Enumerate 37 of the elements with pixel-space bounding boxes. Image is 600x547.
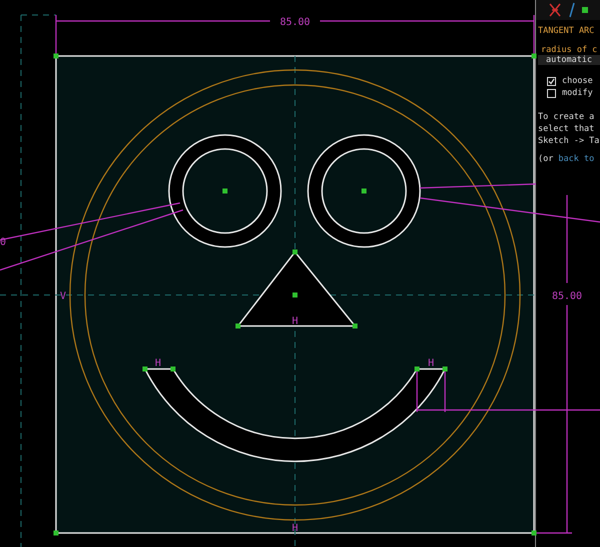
back-prefix: (or: [538, 154, 554, 164]
point-handle[interactable]: [292, 292, 298, 298]
point-handle[interactable]: [54, 54, 58, 58]
back-link[interactable]: back to: [558, 154, 594, 164]
point-handle[interactable]: [532, 530, 536, 536]
dimension-label[interactable]: 85.00: [280, 17, 310, 28]
constraint-label[interactable]: H: [428, 358, 434, 369]
point-handle[interactable]: [532, 54, 536, 58]
panel-title: TANGENT ARC: [538, 26, 596, 36]
constraint-label[interactable]: H: [154, 358, 162, 369]
point-handle[interactable]: [352, 324, 358, 328]
point-handle[interactable]: [442, 366, 448, 372]
instruction-text: Sketch -> Ta: [538, 135, 600, 147]
constraint-label[interactable]: H: [292, 316, 298, 327]
dimension-label[interactable]: 0: [0, 237, 6, 248]
radius-label: radius of c: [540, 45, 598, 55]
checkbox[interactable]: [547, 88, 556, 98]
constraint-label[interactable]: V: [60, 291, 66, 302]
point-handle[interactable]: [142, 366, 148, 372]
point-icon[interactable]: [582, 7, 588, 13]
option-label: choose: [562, 76, 593, 86]
point-handle[interactable]: [222, 188, 228, 194]
point-handle[interactable]: [414, 366, 420, 372]
point-handle[interactable]: [292, 250, 298, 254]
point-handle[interactable]: [170, 366, 176, 372]
instruction-text: To create a: [538, 111, 596, 123]
constraint-label[interactable]: H: [292, 523, 298, 534]
option-label: modify: [562, 88, 593, 98]
line-icon[interactable]: [568, 2, 576, 18]
checkbox[interactable]: [547, 76, 556, 86]
point-handle[interactable]: [362, 188, 366, 194]
point-handle[interactable]: [54, 530, 58, 536]
point-handle[interactable]: [236, 324, 240, 328]
instruction-text: select that: [538, 123, 596, 135]
tool-icon[interactable]: [548, 2, 562, 18]
dimension-label[interactable]: 85.00: [552, 291, 582, 302]
radius-value[interactable]: automatic: [538, 55, 600, 65]
